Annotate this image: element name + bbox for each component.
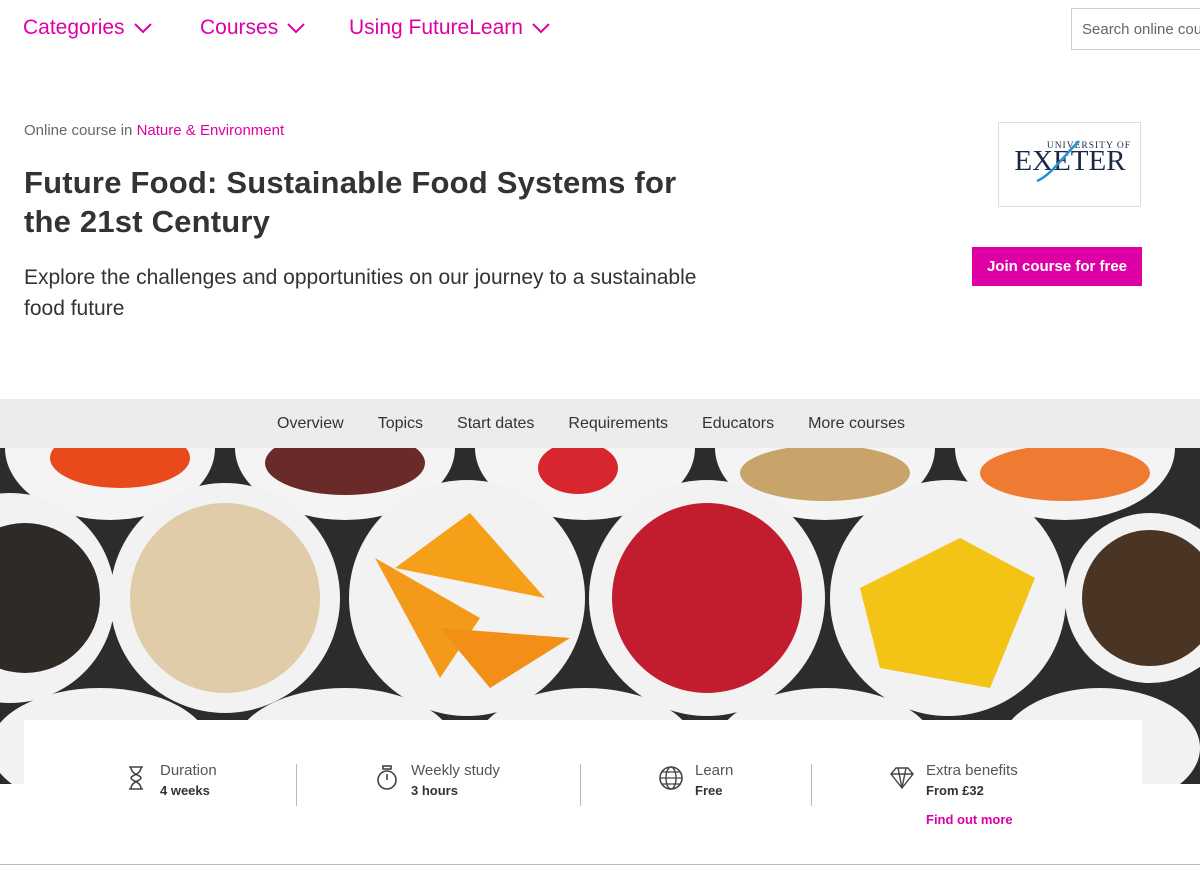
top-navigation: Categories Courses Using FutureLearn xyxy=(0,0,1200,62)
stopwatch-icon xyxy=(377,765,397,790)
tab-educators[interactable]: Educators xyxy=(702,415,774,433)
chevron-down-icon xyxy=(287,23,305,34)
hourglass-icon xyxy=(129,766,143,790)
course-section-nav: Overview Topics Start dates Requirements… xyxy=(0,399,1200,448)
nav-courses-label: Courses xyxy=(200,16,279,39)
info-value: 3 hours xyxy=(411,783,458,798)
info-extra-benefits: Extra benefits From £32 Find out more xyxy=(888,762,1018,827)
page-title: Future Food: Sustainable Food Systems fo… xyxy=(24,165,677,239)
nav-using-futurelearn[interactable]: Using FutureLearn xyxy=(349,16,551,40)
nav-categories-label: Categories xyxy=(23,16,125,39)
nav-using-futurelearn-label: Using FutureLearn xyxy=(349,16,523,39)
exeter-logo-mark: UNIVERSITY OF EXETER xyxy=(1014,140,1130,183)
divider xyxy=(296,764,297,806)
divider xyxy=(580,764,581,806)
nav-categories[interactable]: Categories xyxy=(23,16,153,40)
chevron-down-icon xyxy=(133,23,152,34)
info-label: Weekly study xyxy=(411,762,500,779)
page-divider xyxy=(0,864,1200,865)
info-value: 4 weeks xyxy=(160,783,210,798)
info-label: Extra benefits xyxy=(926,762,1018,779)
join-course-button[interactable]: Join course for free xyxy=(972,247,1142,286)
diamond-icon xyxy=(890,767,914,790)
info-value: From £32 xyxy=(926,783,984,798)
divider xyxy=(811,764,812,806)
breadcrumb-category-link[interactable]: Nature & Environment xyxy=(137,122,285,139)
info-learn: Learn Free xyxy=(657,762,733,798)
course-subtitle: Explore the challenges and opportunities… xyxy=(24,266,697,320)
breadcrumb-prefix: Online course in xyxy=(24,122,133,139)
info-weekly-study: Weekly study 3 hours xyxy=(373,762,500,798)
info-label: Learn xyxy=(695,762,734,779)
info-label: Duration xyxy=(160,762,217,779)
course-info-card: Duration 4 weeks Weekly study 3 hours Le… xyxy=(24,720,1142,860)
info-duration: Duration 4 weeks xyxy=(122,762,217,798)
tab-more-courses[interactable]: More courses xyxy=(808,415,905,433)
tab-overview[interactable]: Overview xyxy=(277,415,344,433)
tab-start-dates[interactable]: Start dates xyxy=(457,415,534,433)
chevron-down-icon xyxy=(532,23,550,34)
tab-topics[interactable]: Topics xyxy=(378,415,423,433)
provider-logo[interactable]: UNIVERSITY OF EXETER xyxy=(998,122,1141,207)
search-input[interactable] xyxy=(1071,8,1200,50)
tab-requirements[interactable]: Requirements xyxy=(568,415,668,433)
nav-courses[interactable]: Courses xyxy=(200,16,306,40)
breadcrumb: Online course in Nature & Environment xyxy=(24,122,284,139)
find-out-more-link[interactable]: Find out more xyxy=(926,812,1018,827)
globe-icon xyxy=(659,766,683,790)
info-value: Free xyxy=(695,783,723,798)
